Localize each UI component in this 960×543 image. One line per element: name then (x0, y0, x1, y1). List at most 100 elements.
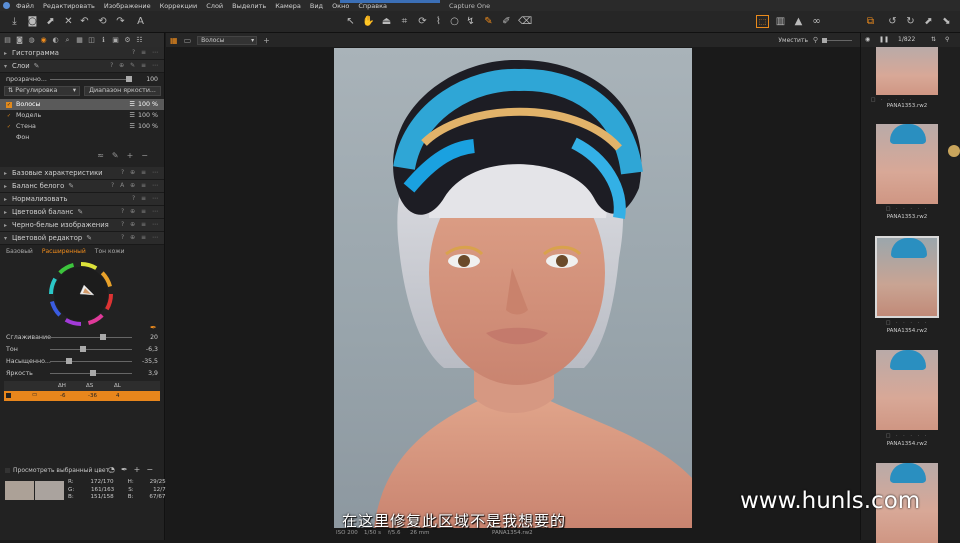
menu-edit[interactable]: Редактировать (43, 2, 95, 10)
pointer-tool-icon[interactable]: ↯ (464, 15, 477, 28)
undo-all-icon[interactable]: ⟲ (96, 15, 109, 28)
thumbnail-4[interactable] (876, 350, 938, 430)
reload-icon[interactable]: ↻ (904, 15, 917, 28)
menu-file[interactable]: Файл (16, 2, 34, 10)
metadata-tab-icon[interactable]: ℹ (99, 36, 108, 45)
saturation-slider[interactable] (50, 358, 132, 364)
layer-checkbox[interactable]: ✓ (6, 124, 12, 130)
saturation-knob[interactable] (66, 358, 72, 364)
layer-row-hair[interactable]: ✓ Волосы ☰ 100 % (0, 99, 164, 110)
search-icon[interactable]: ⚲ (945, 36, 949, 43)
zoom-icon[interactable]: ⚲ (813, 36, 818, 44)
crop-tool-icon[interactable]: ⌗ (398, 15, 411, 28)
sort-icon[interactable]: ⇅ (931, 36, 936, 43)
zoom-slider[interactable] (822, 38, 852, 43)
lightness-value[interactable]: 3,9 (148, 370, 158, 377)
saturation-value[interactable]: -35,5 (142, 358, 158, 365)
adjust-dropdown[interactable]: ⇅ Регулировка ▾ (4, 86, 80, 96)
header-actions-icon[interactable]: ? ≡ ⋯ (132, 49, 160, 56)
eye-icon[interactable]: ◉ (865, 36, 870, 43)
brush-icon[interactable]: ✎ (86, 234, 92, 242)
scroll-handle[interactable] (948, 145, 960, 157)
brush-icon[interactable]: ✎ (77, 208, 83, 216)
layer-checkbox[interactable] (6, 135, 12, 141)
rotate-tool-icon[interactable]: ⟳ (416, 15, 429, 28)
export-icon[interactable]: ⬈ (44, 15, 57, 28)
layer-row-model[interactable]: ✓ Модель ☰ 100 % (0, 110, 164, 121)
row-checkbox[interactable] (6, 393, 11, 398)
header-actions-icon[interactable]: ? ≡ ⋯ (132, 195, 160, 202)
tab-advanced[interactable]: Расширенный (42, 248, 86, 255)
smoothing-value[interactable]: 20 (150, 334, 158, 341)
lens-tab-icon[interactable]: ◍ (27, 36, 36, 45)
normalize-header[interactable]: ▸ Нормализовать? ≡ ⋯ (0, 193, 164, 206)
brush-icon[interactable]: ✎ (68, 182, 74, 190)
opacity-value[interactable]: 100 (146, 76, 158, 83)
basic-chars-header[interactable]: ▸ Базовые характеристики? ⊕ ≡ ⋯ (0, 167, 164, 180)
variant-dropdown[interactable]: Волосы ▾ (197, 35, 258, 45)
tab-skin-tone[interactable]: Тон кожи (95, 248, 125, 255)
text-tool-icon[interactable]: A (134, 15, 147, 28)
menu-adjustments[interactable]: Коррекции (160, 2, 198, 10)
luma-range-button[interactable]: Диапазон яркости... (84, 86, 161, 96)
thumbnail-3-selected[interactable] (875, 236, 939, 318)
smoothing-knob[interactable] (100, 334, 106, 340)
menu-select[interactable]: Выделить (232, 2, 266, 10)
color-tab-icon[interactable]: ◉ (39, 36, 48, 45)
copy-adjust-icon[interactable]: ⧉ (864, 15, 877, 28)
tab-basic[interactable]: Базовый (6, 248, 33, 255)
menu-camera[interactable]: Камера (275, 2, 301, 10)
header-actions-icon[interactable]: ? ⊕ ✎ ≡ ⋯ (110, 62, 160, 69)
focus-mask-icon[interactable]: ▥ (774, 15, 787, 28)
layer-checkbox[interactable]: ✓ (6, 113, 12, 119)
grid-icon[interactable]: ▦ (170, 36, 178, 45)
header-actions-icon[interactable]: ? A ⊕ ≡ ⋯ (111, 182, 160, 189)
color-editor-header[interactable]: ▾ Цветовой редактор ✎? ⊕ ≡ ⋯ (0, 232, 164, 245)
main-photo[interactable] (334, 48, 692, 528)
layers-header[interactable]: ▾ Слои ✎? ⊕ ✎ ≡ ⋯ (0, 60, 164, 73)
eraser-tool-icon[interactable]: ⌫ (518, 15, 532, 28)
local-tab-icon[interactable]: ▦ (75, 36, 84, 45)
warning-icon[interactable]: ▲ (792, 15, 805, 28)
rating-dots[interactable]: □ · · · · · (876, 206, 938, 212)
brush-icon[interactable]: ✎ (34, 62, 40, 70)
paste-icon[interactable]: ⬊ (940, 15, 953, 28)
zoom-knob[interactable] (822, 38, 827, 43)
hue-value[interactable]: -6,3 (146, 346, 158, 353)
image-viewer[interactable]: ▦ ▭ Волосы ▾ + Уместить ⚲ ISO 200 1/50 s… (166, 33, 860, 540)
batch-tab-icon[interactable]: ⚙ (123, 36, 132, 45)
rating-dots[interactable]: □ · · · · · (876, 320, 938, 326)
proof-icon[interactable]: ∞ (810, 15, 823, 28)
picker-icons[interactable]: ◔✒+− (108, 465, 159, 474)
output-tab-icon[interactable]: ▣ (111, 36, 120, 45)
fit-label[interactable]: Уместить (778, 37, 808, 44)
styles-tab-icon[interactable]: ☷ (135, 36, 144, 45)
white-balance-header[interactable]: ▸ Баланс белого ✎? A ⊕ ≡ ⋯ (0, 180, 164, 193)
thumbnail-1[interactable] (876, 47, 938, 95)
cursor-tool-icon[interactable]: ↖ (344, 15, 357, 28)
camera-icon[interactable]: ◙ (26, 15, 39, 28)
thumbnail-2[interactable] (876, 124, 938, 204)
spot-tool-icon[interactable]: ⌇ (432, 15, 445, 28)
import-icon[interactable]: ⤓ (8, 15, 21, 28)
menu-layer[interactable]: Слой (206, 2, 223, 10)
delta-table-row[interactable]: ▭ -6 -36 4 (4, 391, 160, 401)
color-wheel[interactable] (48, 261, 114, 327)
rating-dots[interactable]: □ · · · · · (876, 433, 938, 439)
layer-row-wall[interactable]: ✓ Стена ☰ 100 % (0, 121, 164, 132)
exposure-tab-icon[interactable]: ◐ (51, 36, 60, 45)
details-tab-icon[interactable]: ⌕ (63, 36, 72, 45)
lightness-knob[interactable] (90, 370, 96, 376)
undo-icon[interactable]: ↶ (78, 15, 91, 28)
overlay-toggle-icon[interactable]: ⬚ (756, 15, 769, 28)
brush-tool-icon[interactable]: ✎ (482, 15, 495, 28)
histogram-header[interactable]: ▸ Гистограмма? ≡ ⋯ (0, 47, 164, 60)
add-variant-icon[interactable]: + (263, 36, 270, 45)
single-view-icon[interactable]: ▭ (184, 36, 192, 45)
circle-tool-icon[interactable]: ○ (448, 15, 461, 28)
opacity-slider[interactable] (50, 76, 132, 82)
header-actions-icon[interactable]: ? ⊕ ≡ ⋯ (121, 169, 160, 176)
apply-icon[interactable]: ⬈ (922, 15, 935, 28)
layer-actions-icons[interactable]: ≈✎+− (97, 151, 156, 160)
opacity-knob[interactable] (126, 76, 132, 82)
